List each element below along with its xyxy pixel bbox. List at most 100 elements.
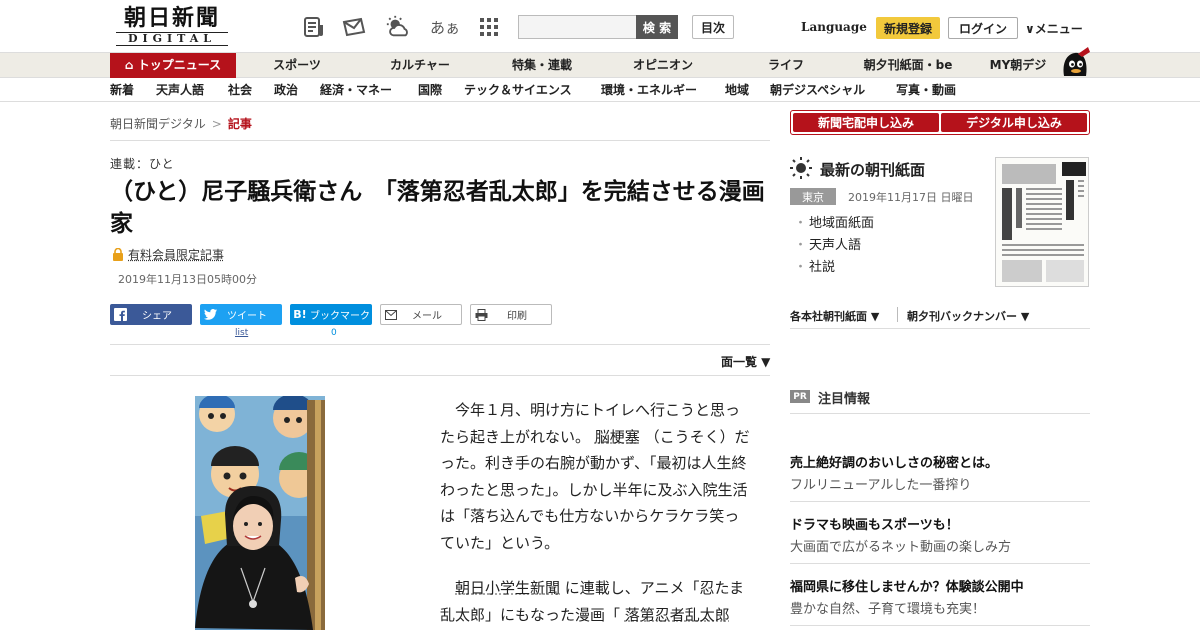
nav2-environment[interactable]: 環境・エネルギー xyxy=(601,78,697,102)
site-logo[interactable]: 朝日新聞 DIGITAL xyxy=(116,6,228,46)
login-button[interactable]: ログイン xyxy=(948,17,1018,39)
pr-item-subtitle[interactable]: 豊かな自然、子育て環境も充実！ xyxy=(790,598,985,617)
lock-icon xyxy=(113,248,123,261)
morning-paper-link-editorial[interactable]: 社説 xyxy=(794,257,874,279)
signup-button[interactable]: 新規登録 xyxy=(876,17,940,39)
nav-culture[interactable]: カルチャー xyxy=(380,53,460,79)
paid-member-label[interactable]: 有料会員限定記事 xyxy=(128,246,224,263)
hatena-icon: B! xyxy=(293,308,307,321)
hatena-label: ブックマーク xyxy=(310,311,370,322)
facebook-share-button[interactable]: シェア xyxy=(110,304,192,325)
nav2-tenseijingo[interactable]: 天声人語 xyxy=(156,78,204,102)
nav2-local[interactable]: 地域 xyxy=(725,78,749,102)
article-date: 2019年11月13日05時00分 xyxy=(118,273,257,286)
article-series[interactable]: 連載：ひと xyxy=(110,155,175,172)
divider xyxy=(110,375,770,376)
hatena-bookmark-button[interactable]: B! ブックマーク xyxy=(290,304,372,325)
facebook-share-label: シェア xyxy=(142,311,172,322)
glossary-link-stroke[interactable]: 脳梗塞 xyxy=(595,428,640,446)
pr-item-title[interactable]: ドラマも映画もスポーツも！ xyxy=(790,514,959,533)
nav2-tech[interactable]: テック＆サイエンス xyxy=(464,78,572,102)
subscribe-digital-button[interactable]: デジタル申し込み xyxy=(941,113,1087,132)
mail-share-button[interactable]: メール xyxy=(380,304,462,325)
pr-item-title[interactable]: 売上絶好調のおいしさの秘密とは。 xyxy=(790,452,998,471)
index-button[interactable]: 目次 xyxy=(692,15,734,39)
apps-grid-icon[interactable] xyxy=(476,14,502,40)
article-photo[interactable] xyxy=(195,396,325,630)
search-bar: 検 索 xyxy=(518,15,678,39)
menu-button[interactable]: ∨メニュー xyxy=(1025,20,1083,37)
mascot-icon[interactable] xyxy=(1058,44,1092,78)
pr-item-title[interactable]: 福岡県に移住しませんか？体験談公開中 xyxy=(790,576,1024,595)
nav2-economy[interactable]: 経済・マネー xyxy=(320,78,392,102)
home-icon: ⌂ xyxy=(124,58,134,72)
tweet-button[interactable]: ツイート xyxy=(200,304,282,325)
nav2-international[interactable]: 国際 xyxy=(418,78,442,102)
sun-icon xyxy=(790,157,812,179)
search-input[interactable] xyxy=(518,15,636,39)
pr-item-subtitle[interactable]: 大画面で広がるネット動画の楽しみ方 xyxy=(790,536,1011,555)
twitter-icon xyxy=(200,304,220,325)
nav2-special[interactable]: 朝デジスペシャル xyxy=(770,78,865,102)
mail-share-label: メール xyxy=(412,311,442,322)
facebook-icon xyxy=(110,304,130,325)
divider xyxy=(790,501,1090,502)
nav2-new[interactable]: 新着 xyxy=(110,78,134,102)
divider xyxy=(790,625,1090,626)
morning-paper-link-tenseijingo[interactable]: 天声人語 xyxy=(794,235,874,257)
nav-life[interactable]: ライフ xyxy=(756,53,816,79)
article-paragraph: 朝日小学生新聞 に連載し、アニメ「忍たま乱太郎」にもなった漫画「 落第忍者乱太郎 xyxy=(440,575,750,628)
logo-sub-text: DIGITAL xyxy=(116,32,228,46)
glossary-link-asashou[interactable]: 朝日小学生新聞 xyxy=(455,579,560,597)
divider xyxy=(110,140,770,141)
font-size-label: あぁ xyxy=(430,18,461,37)
morning-paper-links: 地域面紙面 天声人語 社説 xyxy=(794,213,874,279)
newspaper-thumbnail[interactable] xyxy=(995,157,1089,287)
pr-item-subtitle[interactable]: フルリニューアルした一番搾り xyxy=(790,474,971,493)
tweet-count[interactable]: list xyxy=(235,328,248,338)
nav-opinion[interactable]: オピニオン xyxy=(622,53,704,79)
nav-newspaper[interactable]: 朝夕刊紙面・be xyxy=(856,53,960,79)
article-body: 今年１月、明け方にトイレへ行こうと思ったら起き上がれない。 脳梗塞 （こうそく）… xyxy=(440,397,750,630)
logo-main-text: 朝日新聞 xyxy=(123,5,220,31)
nav2-politics[interactable]: 政治 xyxy=(274,78,298,102)
nav2-society[interactable]: 社会 xyxy=(228,78,252,102)
morning-paper-title[interactable]: 最新の朝刊紙面 xyxy=(820,159,925,180)
breadcrumb-home[interactable]: 朝日新聞デジタル xyxy=(110,117,206,131)
divider xyxy=(790,563,1090,564)
print-button[interactable]: 印刷 xyxy=(470,304,552,325)
region-badge: 東京 xyxy=(790,188,836,205)
font-size-icon[interactable]: あぁ xyxy=(430,14,460,40)
mail-icon[interactable] xyxy=(341,14,367,40)
newspaper-icon[interactable] xyxy=(301,14,327,40)
divider xyxy=(897,307,898,322)
hatena-count: 0 xyxy=(331,328,337,338)
subscribe-paper-button[interactable]: 新聞宅配申し込み xyxy=(793,113,939,132)
secondary-nav: 新着 天声人語 社会 政治 経済・マネー 国際 テック＆サイエンス 環境・エネル… xyxy=(0,78,1200,102)
regional-editions-dropdown[interactable]: 各本社朝刊紙面 ▼ xyxy=(790,308,879,324)
nav-sports[interactable]: スポーツ xyxy=(262,53,332,79)
paid-member-notice: 有料会員限定記事 xyxy=(112,246,224,263)
pr-section-title: 注目情報 xyxy=(818,392,871,407)
paragraph-text: （こうそく）だった。利き手の右腕が動かず、「最初は人生終わったと思った」。しかし… xyxy=(440,427,750,552)
site-header: 朝日新聞 DIGITAL あぁ 検 索 目次 Language 新規登録 ログイ… xyxy=(0,0,1200,52)
back-numbers-dropdown[interactable]: 朝夕刊バックナンバー ▼ xyxy=(907,308,1029,324)
printer-icon xyxy=(471,304,491,325)
weather-icon[interactable] xyxy=(385,14,411,40)
primary-nav: ⌂ トップニュース スポーツ カルチャー 特集・連載 オピニオン ライフ 朝夕刊… xyxy=(0,52,1200,79)
search-button[interactable]: 検 索 xyxy=(636,15,678,39)
divider xyxy=(790,328,1090,329)
nav-my-asadigi[interactable]: MY朝デジ xyxy=(982,53,1054,79)
nav-features[interactable]: 特集・連載 xyxy=(500,53,584,79)
pr-badge: PR xyxy=(790,390,810,403)
nav-top-news[interactable]: ⌂ トップニュース xyxy=(110,53,236,79)
language-link[interactable]: Language xyxy=(801,20,867,34)
morning-paper-date: 2019年11月17日 日曜日 xyxy=(848,191,974,204)
nav2-photo-video[interactable]: 写真・動画 xyxy=(896,78,956,102)
page-list-toggle[interactable]: 面一覧 ▼ xyxy=(721,353,770,370)
glossary-link-rantaro[interactable]: 落第忍者乱太郎 xyxy=(625,606,730,624)
morning-paper-link-local[interactable]: 地域面紙面 xyxy=(794,213,874,235)
breadcrumb-separator: > xyxy=(211,117,222,131)
subscribe-buttons: 新聞宅配申し込み デジタル申し込み xyxy=(790,110,1090,135)
divider xyxy=(790,413,1090,414)
